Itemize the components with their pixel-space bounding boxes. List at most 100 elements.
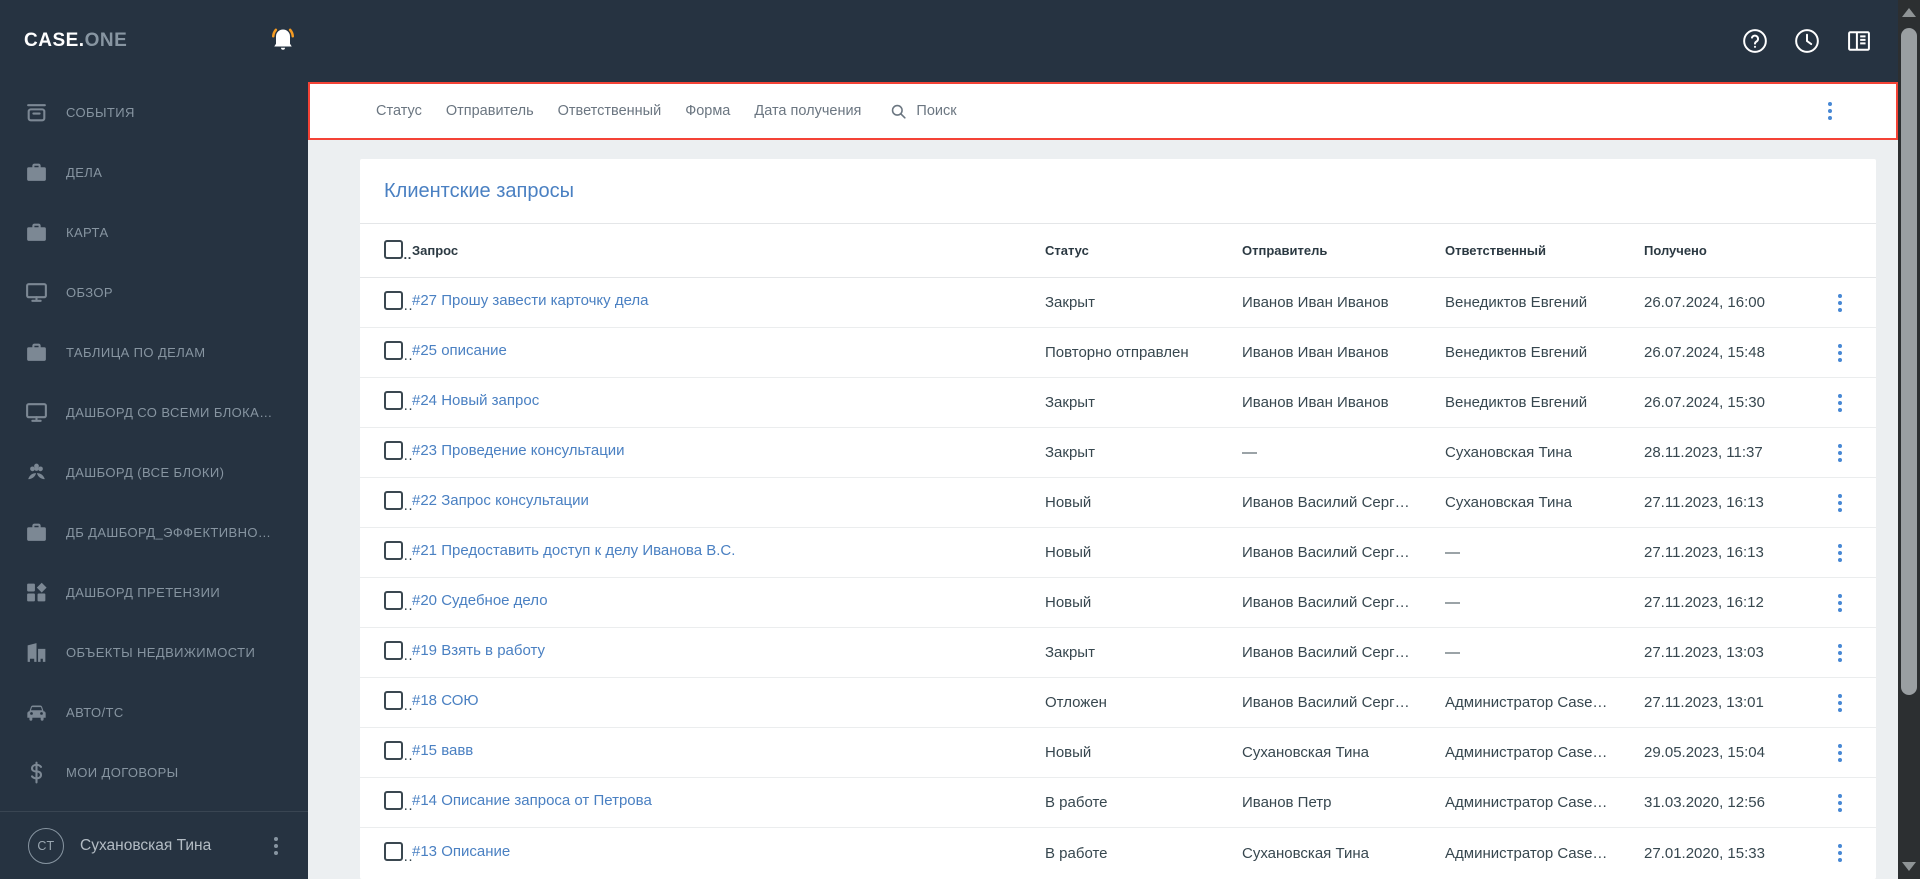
filter-item-5[interactable]: Дата получения (754, 103, 861, 119)
received-cell: 27.11.2023, 16:13 (1644, 544, 1764, 561)
row-menu-button[interactable] (1826, 589, 1854, 617)
section-title: Клиентские запросы (384, 179, 574, 202)
sender-cell: Иванов Иван Иванов (1242, 294, 1389, 311)
received-cell: 27.11.2023, 16:12 (1644, 594, 1764, 611)
notification-bell-icon[interactable] (268, 0, 298, 82)
car-icon (24, 699, 50, 725)
status-cell: Новый (1045, 594, 1092, 611)
row-checkbox[interactable] (384, 791, 403, 810)
row-menu-button[interactable] (1826, 289, 1854, 317)
request-link[interactable]: #25 описание (412, 342, 507, 359)
request-link[interactable]: #20 Судебное дело (412, 592, 548, 609)
request-link[interactable]: #18 СОЮ (412, 692, 479, 709)
received-cell: 26.07.2024, 16:00 (1644, 294, 1765, 311)
header-checkbox-cell (384, 239, 412, 262)
request-link[interactable]: #24 Новый запрос (412, 392, 539, 409)
responsible-cell: Сухановская Тина (1445, 494, 1572, 511)
row-menu-button[interactable] (1826, 389, 1854, 417)
scrollbar-thumb[interactable] (1901, 28, 1917, 695)
briefcase-icon (24, 519, 50, 545)
request-link[interactable]: #13 Описание (412, 843, 510, 860)
received-cell: 26.07.2024, 15:30 (1644, 394, 1765, 411)
sender-cell: Иванов Василий Серг… (1242, 594, 1410, 611)
user-panel[interactable]: СТ Сухановская Тина (0, 811, 308, 879)
row-checkbox[interactable] (384, 741, 403, 760)
row-menu-button[interactable] (1826, 639, 1854, 667)
sidebar-item-7[interactable]: ДАШБОРД (ВСЕ БЛОКИ) (0, 442, 308, 502)
row-checkbox[interactable] (384, 841, 403, 861)
row-checkbox[interactable] (384, 591, 403, 610)
table-row: #25 описание Повторно отправлен Иванов И… (360, 328, 1876, 378)
filterbar-menu-button[interactable] (1816, 97, 1844, 125)
sidebar-item-3[interactable]: КАРТА (0, 202, 308, 262)
scroll-up-arrow-icon[interactable] (1902, 8, 1916, 17)
table-row: #13 Описание В работе Сухановская Тина А… (360, 828, 1876, 878)
table-row: #20 Судебное дело Новый Иванов Василий С… (360, 578, 1876, 628)
row-menu-button[interactable] (1826, 339, 1854, 367)
row-checkbox[interactable] (384, 441, 403, 460)
monitor-icon (24, 399, 50, 425)
filter-item-4[interactable]: Форма (685, 103, 730, 119)
filter-item-2[interactable]: Отправитель (446, 103, 534, 119)
sidebar-item-4[interactable]: ОБЗОР (0, 262, 308, 322)
row-checkbox[interactable] (384, 491, 403, 510)
app-logo: CASE. ONE (24, 0, 127, 82)
kebab-icon (1838, 750, 1842, 755)
sidebar-item-6[interactable]: ДАШБОРД СО ВСЕМИ БЛОКА… (0, 382, 308, 442)
sidebar-item-10[interactable]: ОБЪЕКТЫ НЕДВИЖИМОСТИ (0, 622, 308, 682)
sidebar-item-5[interactable]: ТАБЛИЦА ПО ДЕЛАМ (0, 322, 308, 382)
select-all-checkbox[interactable] (384, 239, 403, 259)
kebab-icon (1838, 700, 1842, 705)
sidebar-item-12[interactable]: МОИ ДОГОВОРЫ (0, 742, 308, 802)
row-checkbox[interactable] (384, 641, 403, 660)
request-link[interactable]: #27 Прошу завести карточку дела (412, 292, 649, 309)
status-cell: В работе (1045, 844, 1108, 862)
request-link[interactable]: #15 вавв (412, 742, 473, 759)
sidebar-item-label: МОИ ДОГОВОРЫ (66, 764, 179, 780)
filter-item-3[interactable]: Ответственный (558, 103, 662, 119)
sidebar-item-1[interactable]: СОБЫТИЯ (0, 82, 308, 142)
request-link[interactable]: #19 Взять в работу (412, 642, 545, 659)
table-row: #24 Новый запрос Закрыт Иванов Иван Иван… (360, 378, 1876, 428)
row-checkbox[interactable] (384, 341, 403, 360)
layout-panel-icon[interactable] (1845, 27, 1873, 55)
sender-cell: Иванов Василий Серг… (1242, 494, 1410, 511)
row-checkbox[interactable] (384, 541, 403, 560)
row-menu-button[interactable] (1826, 689, 1854, 717)
sidebar: CASE. ONE СОБЫТИЯ ДЕЛА КАРТА ОБЗОР ТАБЛИЦ… (0, 0, 308, 879)
search-control[interactable]: Поиск (889, 102, 957, 121)
vertical-scrollbar[interactable] (1898, 0, 1920, 879)
scroll-down-arrow-icon[interactable] (1902, 862, 1916, 871)
request-link[interactable]: #21 Предоставить доступ к делу Иванова В… (412, 542, 735, 559)
row-checkbox[interactable] (384, 391, 403, 410)
request-link[interactable]: #14 Описание запроса от Петрова (412, 792, 652, 809)
briefcase-icon (24, 219, 50, 245)
row-checkbox[interactable] (384, 291, 403, 310)
row-menu-button[interactable] (1826, 489, 1854, 517)
search-icon (892, 104, 907, 119)
status-cell: Новый (1045, 494, 1092, 511)
history-clock-icon[interactable] (1793, 27, 1821, 55)
row-menu-button[interactable] (1826, 439, 1854, 467)
row-checkbox[interactable] (384, 691, 403, 710)
row-menu-button[interactable] (1826, 839, 1854, 867)
kebab-icon (1828, 109, 1832, 113)
sidebar-item-2[interactable]: ДЕЛА (0, 142, 308, 202)
received-cell: 29.05.2023, 15:04 (1644, 744, 1765, 761)
table-row: #27 Прошу завести карточку дела Закрыт И… (360, 278, 1876, 328)
user-menu-button[interactable] (262, 832, 290, 860)
row-menu-button[interactable] (1826, 739, 1854, 767)
request-link[interactable]: #23 Проведение консультации (412, 442, 625, 459)
sidebar-item-11[interactable]: АВТО/ТС (0, 682, 308, 742)
filter-item-1[interactable]: Статус (376, 103, 422, 119)
archive-icon (24, 99, 50, 125)
row-menu-button[interactable] (1826, 789, 1854, 817)
sidebar-item-8[interactable]: ДБ ДАШБОРД_ЭФФЕКТИВНО… (0, 502, 308, 562)
row-menu-button[interactable] (1826, 539, 1854, 567)
received-cell: 31.03.2020, 12:56 (1644, 794, 1765, 811)
sidebar-item-9[interactable]: ДАШБОРД ПРЕТЕНЗИИ (0, 562, 308, 622)
sidebar-item-label: ДАШБОРД ПРЕТЕНЗИИ (66, 584, 221, 600)
responsible-cell: — (1445, 644, 1460, 661)
request-link[interactable]: #22 Запрос консультации (412, 492, 589, 509)
help-icon[interactable] (1741, 27, 1769, 55)
